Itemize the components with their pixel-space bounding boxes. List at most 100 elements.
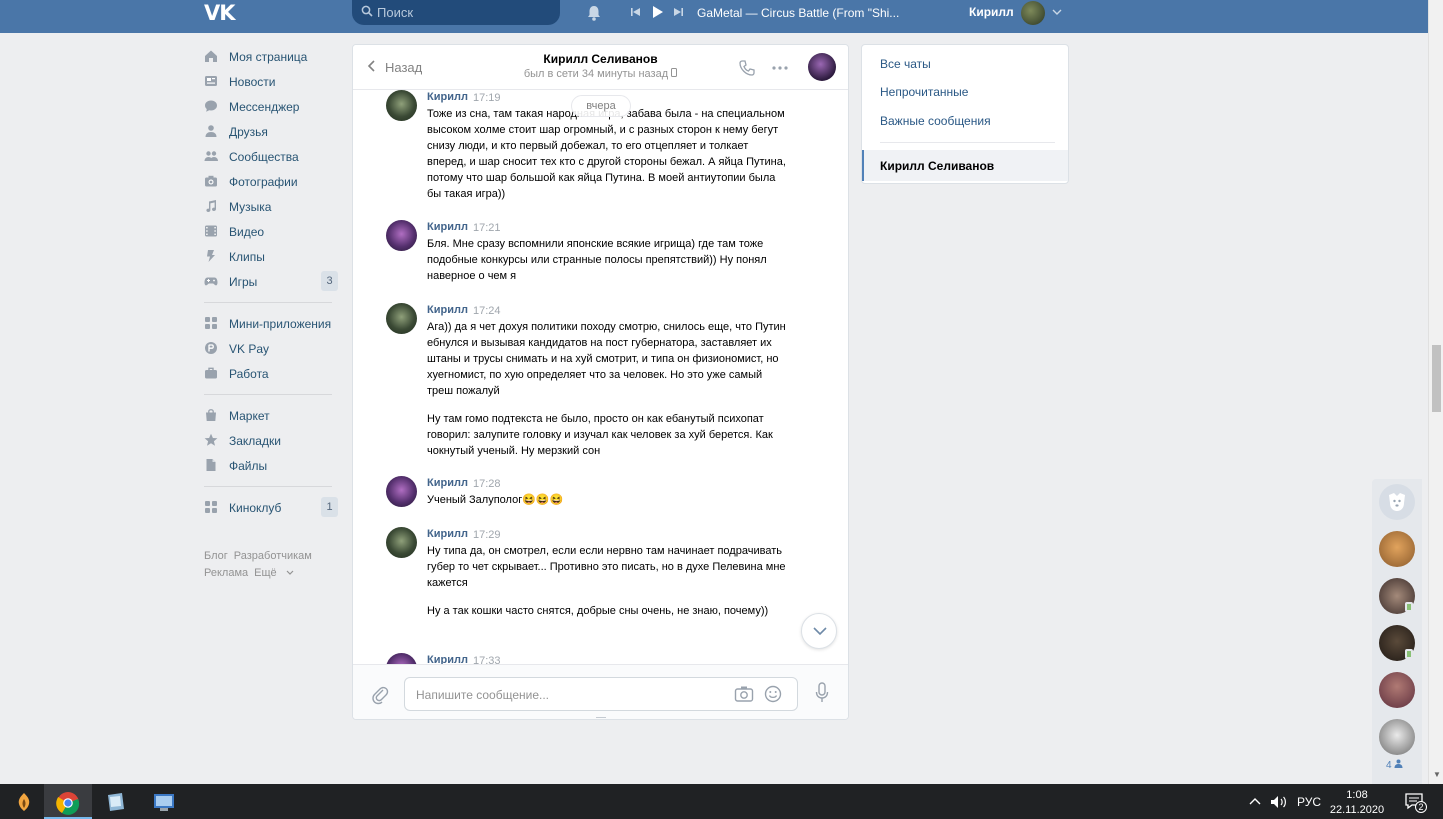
search-icon — [361, 5, 373, 17]
search-input[interactable] — [377, 4, 547, 21]
sender-name[interactable]: Кирилл — [427, 477, 468, 489]
nav-item-label: Мини-приложения — [229, 317, 332, 331]
message-input-box[interactable] — [404, 677, 798, 711]
nav-item-home[interactable]: Моя страница — [204, 44, 344, 69]
filter-all-chats[interactable]: Все чаты — [880, 57, 931, 71]
sender-name[interactable]: Кирилл — [427, 304, 468, 316]
message-time[interactable]: 17:29 — [473, 529, 501, 541]
sender-name[interactable]: Кирилл — [427, 528, 468, 540]
notification-center-icon[interactable]: 2 — [1404, 792, 1427, 813]
nav-item-music[interactable]: Музыка — [204, 194, 344, 219]
page-scrollbar[interactable]: ▼ — [1428, 0, 1443, 784]
sender-name[interactable]: Кирилл — [427, 221, 468, 233]
system-clock[interactable]: 1:08 22.11.2020 — [1322, 788, 1392, 818]
fast-chat-contact-avatar[interactable] — [1379, 531, 1415, 567]
footer-links: Блог Разработчикам Реклама Ещё — [204, 548, 344, 582]
footer-link-blog[interactable]: Блог — [204, 550, 228, 562]
composer-resize-handle[interactable] — [596, 717, 606, 719]
apps-icon — [205, 317, 217, 329]
message-time[interactable]: 17:21 — [473, 222, 501, 234]
top-user-avatar[interactable] — [1021, 1, 1045, 25]
nav-item-communities[interactable]: Сообщества — [204, 144, 344, 169]
scroll-arrow-down-icon[interactable]: ▼ — [1433, 770, 1441, 779]
nav-item-games[interactable]: Игры 3 — [204, 269, 344, 294]
sender-avatar[interactable] — [386, 220, 417, 251]
play-icon[interactable] — [650, 5, 664, 21]
top-user-name[interactable]: Кирилл — [969, 5, 1014, 19]
fast-chat-dog-icon[interactable] — [1379, 484, 1415, 520]
nav-item-messenger[interactable]: Мессенджер — [204, 94, 344, 119]
star-icon — [204, 433, 218, 446]
nav-item-label: Фотографии — [229, 175, 298, 189]
nav-item-apps[interactable]: Киноклуб 1 — [204, 495, 344, 520]
nav-item-label: Игры — [229, 275, 258, 289]
vk-logo[interactable]: VK — [204, 1, 236, 25]
more-options-icon[interactable] — [770, 59, 790, 77]
taskbar-control-panel-icon[interactable] — [140, 784, 188, 819]
next-track-icon[interactable] — [672, 5, 686, 21]
chevron-down-icon[interactable] — [1052, 7, 1062, 17]
message-list: Кирилл 17:19 Тоже из сна, там такая народн… — [353, 90, 848, 664]
tray-chevron-up-icon[interactable] — [1249, 797, 1261, 805]
camera-icon[interactable] — [734, 685, 754, 703]
online-friends-count[interactable]: 4 — [1386, 759, 1403, 771]
message-time[interactable]: 17:24 — [473, 305, 501, 317]
taskbar-fl-studio-icon[interactable] — [0, 784, 48, 819]
sender-avatar[interactable] — [386, 476, 417, 507]
footer-link-ads[interactable]: Реклама — [204, 567, 248, 579]
nav-item-news[interactable]: Новости — [204, 69, 344, 94]
peer-avatar[interactable] — [808, 53, 836, 81]
active-chat-name: Кирилл Селиванов — [880, 159, 995, 173]
sender-avatar[interactable] — [386, 90, 417, 121]
filter-unread[interactable]: Непрочитанные — [880, 85, 968, 99]
microphone-icon[interactable] — [815, 682, 829, 704]
attach-clip-icon[interactable] — [371, 685, 389, 705]
nav-item-vkpay[interactable]: VK Pay — [204, 336, 344, 361]
active-chat-item[interactable]: Кирилл Селиванов — [862, 150, 1068, 181]
footer-link-more[interactable]: Ещё — [254, 567, 294, 579]
nav-item-friends[interactable]: Друзья — [204, 119, 344, 144]
sender-avatar[interactable] — [386, 303, 417, 334]
volume-icon[interactable] — [1270, 795, 1288, 809]
nav-item-market[interactable]: Маркет — [204, 403, 344, 428]
phone-icon[interactable] — [738, 59, 756, 77]
sender-name[interactable]: Кирилл — [427, 654, 468, 664]
top-bar: VK GaMetal — Circus Battle (From "Shi...… — [0, 0, 1428, 33]
fast-chat-contact-avatar[interactable] — [1379, 719, 1415, 755]
message-time[interactable]: 17:28 — [473, 478, 501, 490]
message-text: Ну там гомо подтекста не было, просто он… — [427, 413, 773, 457]
search-box[interactable] — [352, 0, 560, 25]
sender-avatar[interactable] — [386, 527, 417, 558]
nav-item-video[interactable]: Видео — [204, 219, 344, 244]
left-nav: Моя страница Новости Мессенджер Друзья Сообщ… — [204, 44, 344, 520]
taskbar-chrome-icon[interactable] — [44, 784, 92, 819]
nav-item-apps[interactable]: Мини-приложения — [204, 311, 344, 336]
nav-item-label: Видео — [229, 225, 265, 239]
date-separator: вчера — [571, 95, 631, 117]
message-time[interactable]: 17:33 — [473, 655, 501, 664]
scrollbar-thumb[interactable] — [1432, 345, 1441, 412]
previous-track-icon[interactable] — [630, 5, 644, 21]
friends-icon — [205, 125, 217, 137]
input-language[interactable]: РУС — [1297, 795, 1321, 809]
nav-item-star[interactable]: Закладки — [204, 428, 344, 453]
nav-item-camera[interactable]: Фотографии — [204, 169, 344, 194]
sender-avatar[interactable] — [386, 653, 417, 664]
current-track-title[interactable]: GaMetal — Circus Battle (From "Shi... — [697, 6, 899, 20]
taskbar-notepad-icon[interactable] — [92, 784, 140, 819]
scroll-down-button[interactable] — [801, 613, 837, 649]
fast-chat-contact-avatar[interactable] — [1379, 672, 1415, 708]
notifications-bell-icon[interactable] — [585, 4, 603, 22]
nav-item-clips[interactable]: Клипы — [204, 244, 344, 269]
message-input[interactable] — [416, 686, 716, 703]
nav-item-file[interactable]: Файлы — [204, 453, 344, 478]
nav-item-label: Друзья — [229, 125, 268, 139]
emoji-smile-icon[interactable] — [764, 685, 782, 703]
sender-name[interactable]: Кирилл — [427, 91, 468, 103]
apps-icon — [205, 501, 217, 513]
footer-link-developers[interactable]: Разработчикам — [234, 550, 312, 562]
filter-important[interactable]: Важные сообщения — [880, 114, 991, 128]
fast-chat-bar: 4 — [1372, 479, 1422, 784]
message-time[interactable]: 17:19 — [473, 92, 501, 104]
nav-item-work[interactable]: Работа — [204, 361, 344, 386]
